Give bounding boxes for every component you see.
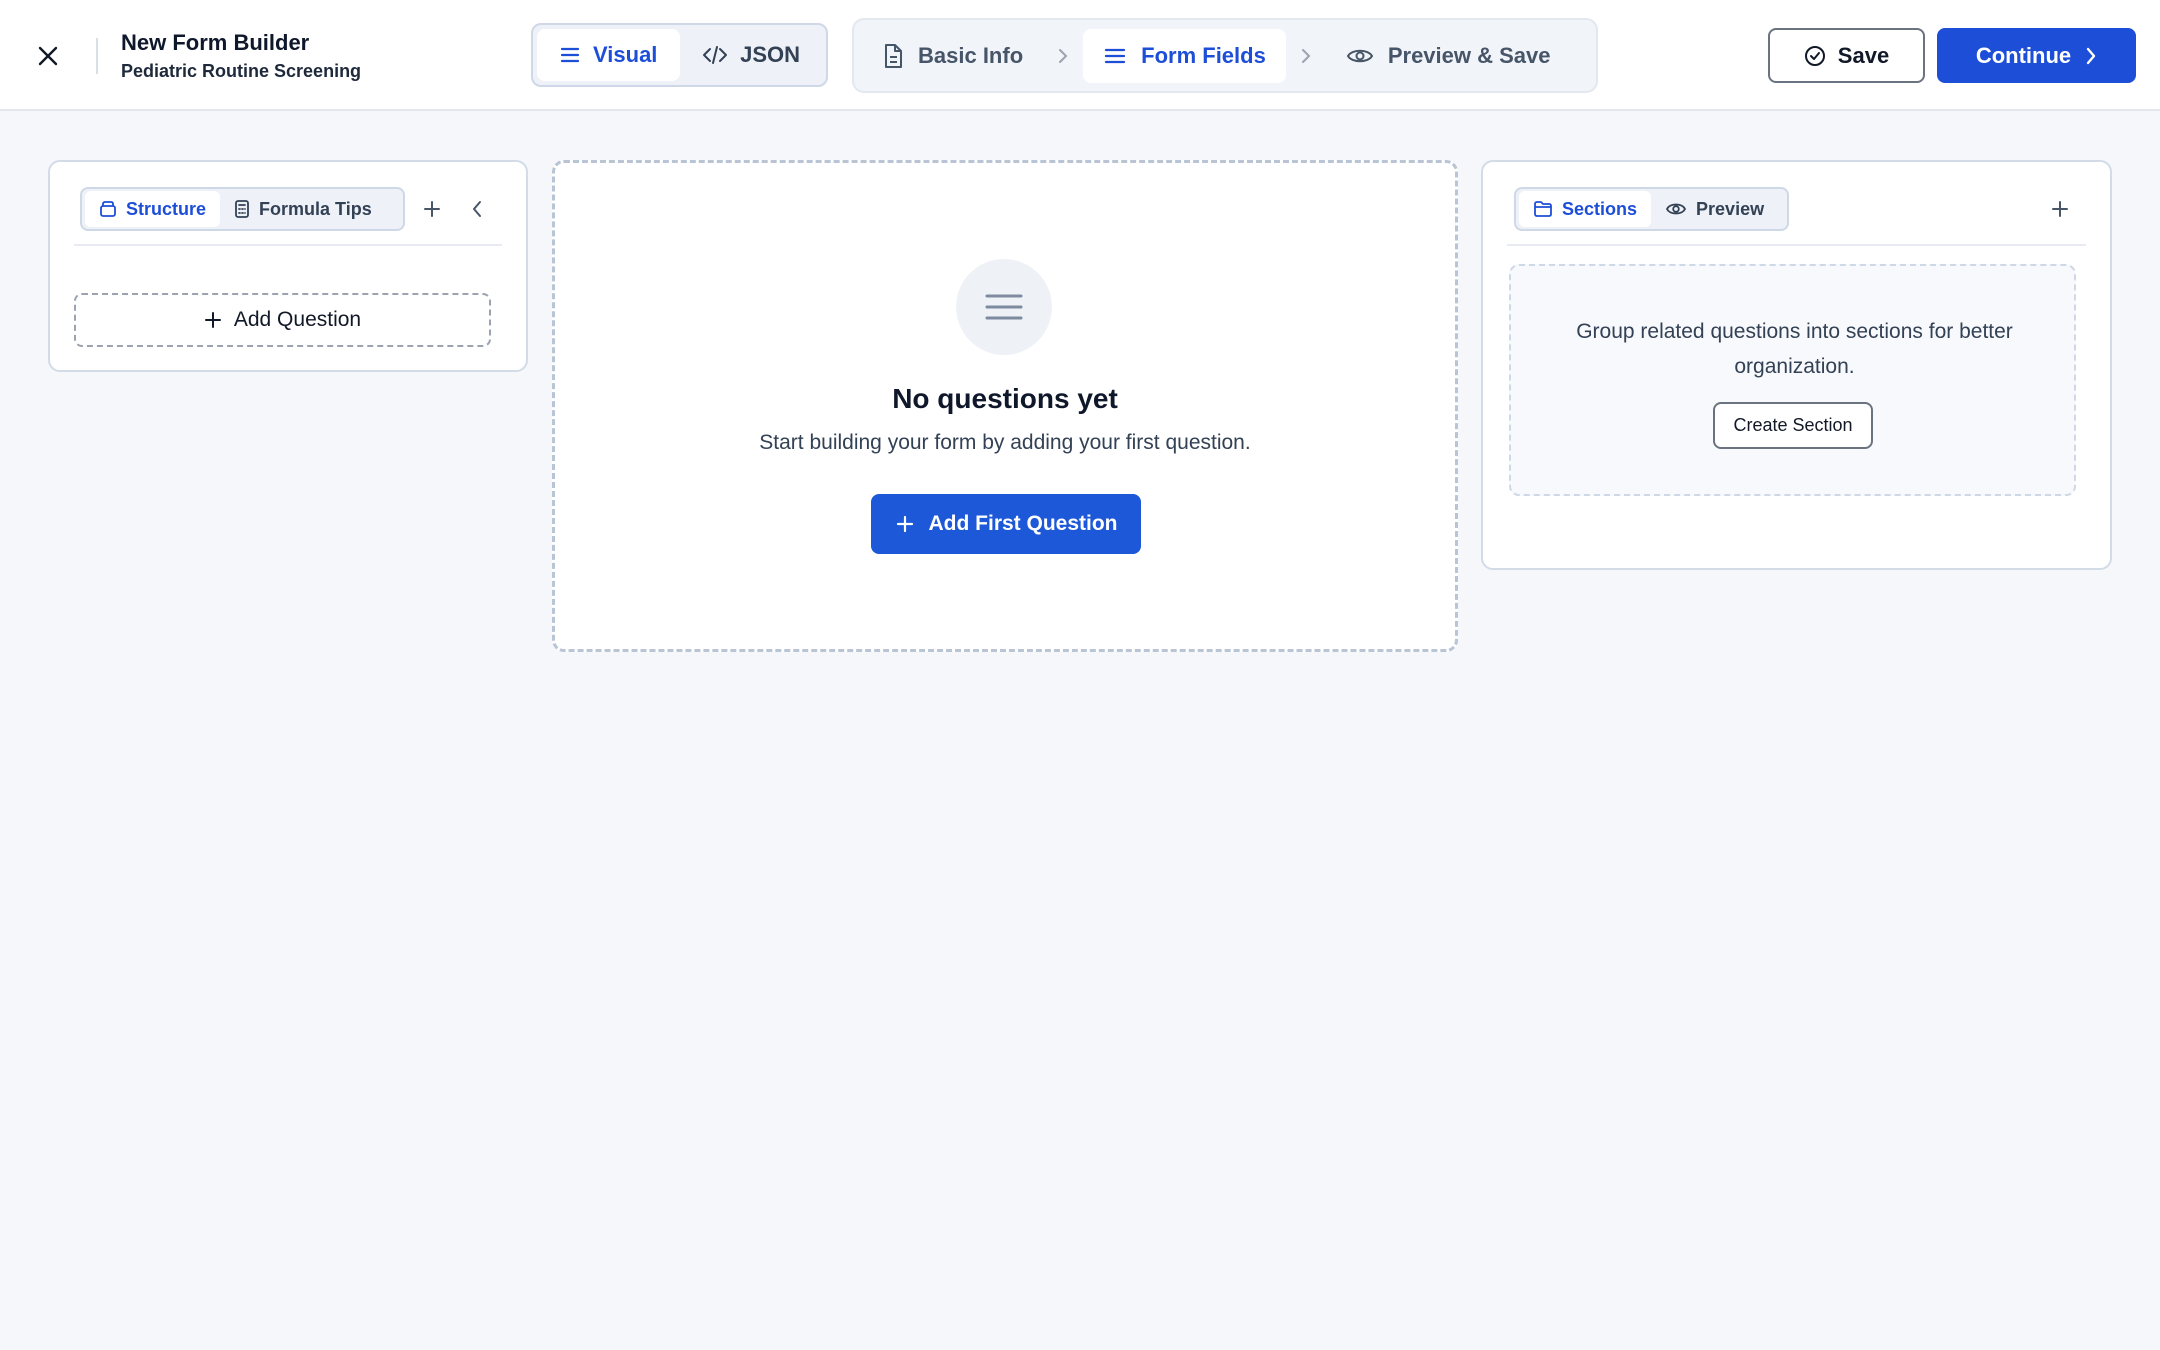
code-icon [703,46,728,64]
chevron-right-icon [2086,47,2096,64]
tab-label: Structure [126,198,207,219]
chevron-right-icon [1286,29,1326,83]
create-section-button[interactable]: Create Section [1713,402,1873,449]
tab-formula-tips[interactable]: Formula Tips [220,191,386,227]
list-icon [560,47,580,63]
visual-mode-button[interactable]: Visual [537,29,681,81]
plus-icon [204,312,221,328]
tab-preview[interactable]: Preview [1651,191,1778,227]
structure-panel: Structure Formula Tips Add Question [48,160,528,372]
visual-mode-label: Visual [593,42,658,67]
empty-state-title: No questions yet [892,383,1118,414]
sections-tabs: Sections Preview [1514,187,1789,231]
add-section-button[interactable] [2043,192,2077,226]
header-divider [96,38,98,74]
close-button[interactable] [28,38,68,74]
folder-icon [1534,201,1552,217]
chevron-left-icon [473,201,481,217]
panel-divider [1507,244,2086,246]
tab-structure[interactable]: Structure [85,191,221,227]
step-preview-save[interactable]: Preview & Save [1326,29,1571,83]
check-circle-icon [1804,45,1825,66]
add-question-button[interactable]: Add Question [74,293,491,347]
list-icon [1105,48,1126,63]
tab-sections[interactable]: Sections [1519,191,1652,227]
step-label: Basic Info [918,42,1024,68]
tab-label: Preview [1696,198,1765,219]
sections-panel: Sections Preview Group related questions… [1481,160,2112,570]
form-title-block: New Form Builder Pediatric Routine Scree… [121,30,361,82]
add-button[interactable] [415,192,449,226]
editor-mode-toggle: Visual JSON [531,23,828,87]
continue-label: Continue [1975,42,2072,68]
top-header: New Form Builder Pediatric Routine Scree… [0,0,2160,111]
save-button[interactable]: Save [1768,28,1925,83]
document-icon [885,43,902,68]
json-mode-label: JSON [740,42,800,67]
plus-icon [2052,201,2068,217]
step-basic-info[interactable]: Basic Info [862,29,1043,83]
continue-button[interactable]: Continue [1937,28,2136,83]
step-form-fields[interactable]: Form Fields [1083,28,1286,83]
plus-icon [424,201,440,217]
chevron-right-icon [1043,29,1083,83]
collapse-panel-button[interactable] [460,192,494,226]
sections-empty-message: Group related questions into sections fo… [1576,320,2013,378]
layers-icon [100,201,116,217]
step-label: Form Fields [1141,42,1266,68]
structure-tabs: Structure Formula Tips [80,187,405,231]
sections-empty-state: Group related questions into sections fo… [1509,264,2076,496]
json-mode-button[interactable]: JSON [680,29,822,81]
add-first-question-button[interactable]: Add First Question [871,494,1141,554]
save-label: Save [1837,42,1890,68]
empty-state-subtitle: Start building your form by adding your … [759,431,1251,454]
form-subtitle: Pediatric Routine Screening [121,61,362,81]
close-icon [38,46,58,66]
list-icon [985,294,1023,320]
eye-icon [1346,49,1373,62]
eye-icon [1666,203,1687,215]
panel-divider [74,244,502,246]
calculator-icon [235,200,249,218]
add-first-question-label: Add First Question [928,512,1118,535]
step-label: Preview & Save [1387,42,1551,68]
add-question-label: Add Question [233,308,362,331]
tab-label: Sections [1562,198,1638,219]
empty-state-icon [956,259,1052,355]
page-title: New Form Builder [121,30,310,55]
questions-canvas: No questions yet Start building your for… [552,160,1458,652]
plus-icon [896,515,913,533]
step-navigation: Basic Info Form Fields Preview & Save [852,18,1598,93]
tab-label: Formula Tips [259,198,372,219]
